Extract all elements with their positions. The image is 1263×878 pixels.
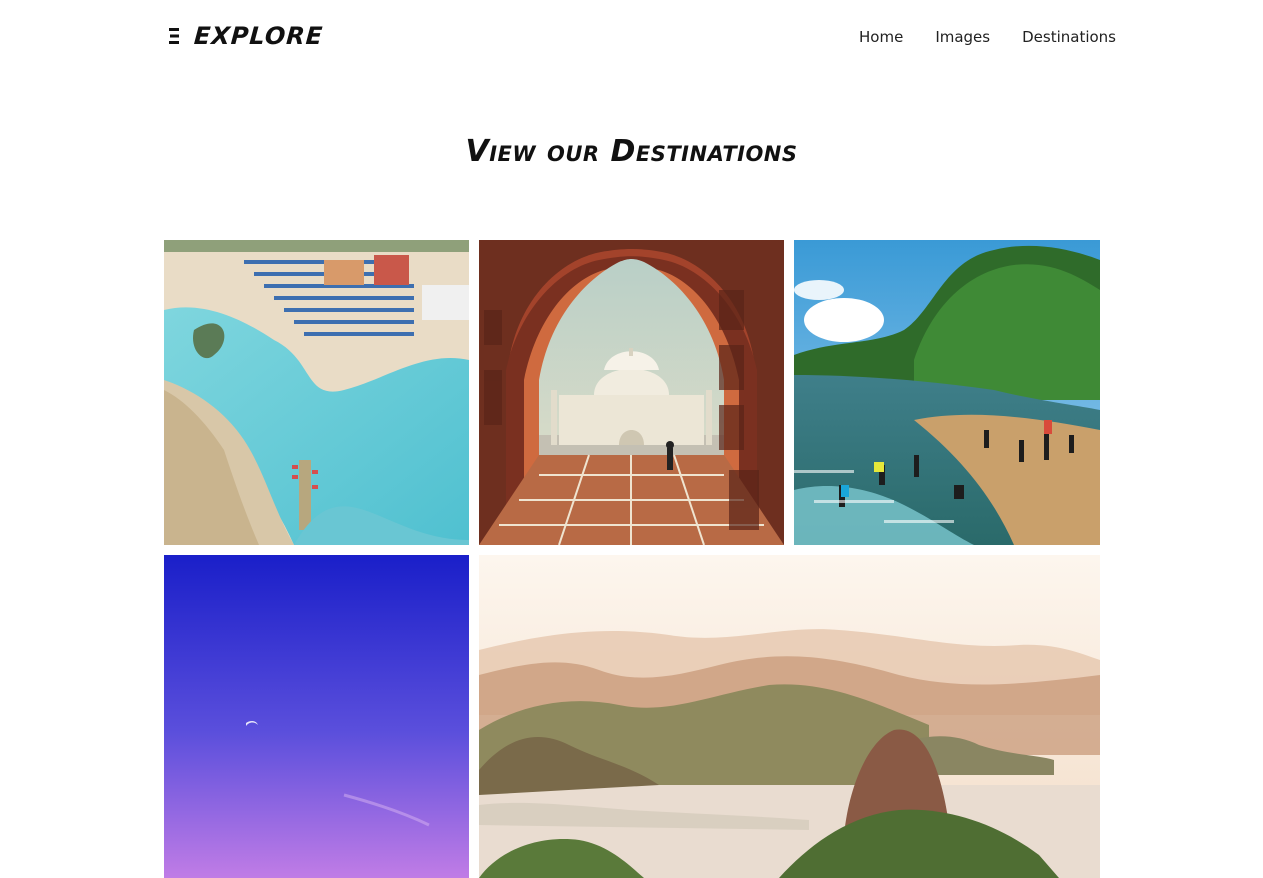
gallery-image-river[interactable]: [794, 240, 1100, 545]
menu-bars-icon: [169, 28, 179, 44]
purple-sky-photo: [164, 555, 469, 878]
section-title: View our Destinations: [465, 134, 798, 169]
nav-menu: Home Images Destinations: [859, 28, 1116, 46]
rio-mountains-photo: [479, 555, 1100, 878]
river-photo: [794, 240, 1100, 545]
gallery-image-rio[interactable]: [479, 555, 1100, 878]
gallery-image-beach[interactable]: [164, 240, 469, 545]
nav-link-destinations[interactable]: Destinations: [1022, 28, 1116, 46]
brand-name: EXPLORE: [193, 22, 325, 50]
gallery-image-taj-mahal[interactable]: [479, 240, 784, 545]
nav-link-images[interactable]: Images: [935, 28, 990, 46]
gallery-image-purple-sky[interactable]: [164, 555, 469, 878]
taj-mahal-photo: [479, 240, 784, 545]
nav-link-home[interactable]: Home: [859, 28, 903, 46]
beach-photo: [164, 240, 469, 545]
top-navbar: EXPLORE Home Images Destinations: [0, 0, 1263, 78]
brand-logo-link[interactable]: EXPLORE: [168, 22, 325, 50]
